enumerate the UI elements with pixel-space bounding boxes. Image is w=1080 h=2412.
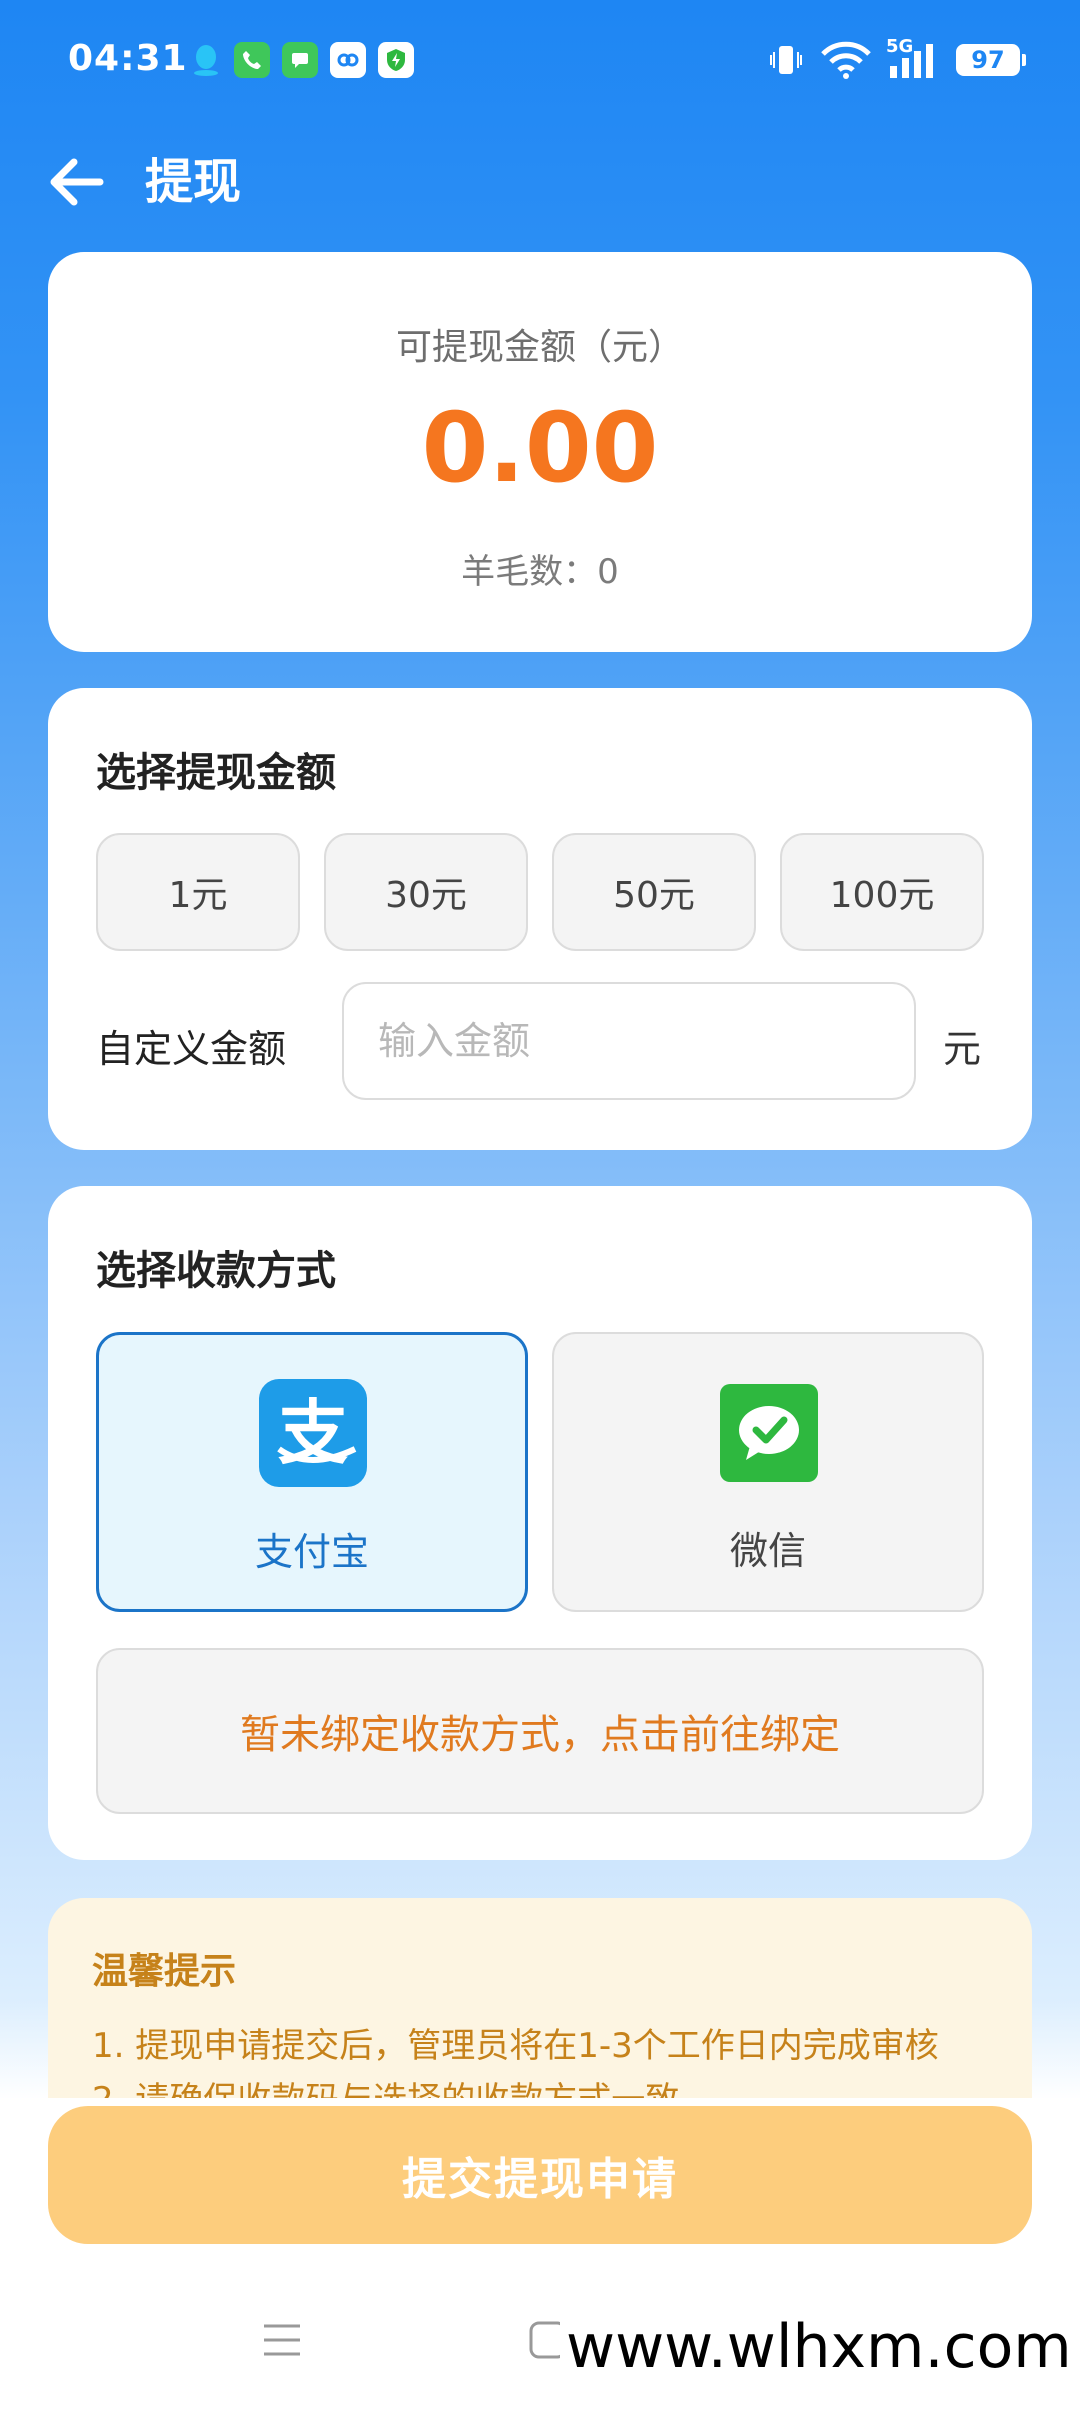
balance-card: 可提现金额（元） 0.00 羊毛数：0 xyxy=(48,252,1032,652)
arrow-left-icon xyxy=(50,158,104,206)
bind-method-button[interactable]: 暂未绑定收款方式，点击前往绑定 xyxy=(96,1648,984,1814)
signal-icon xyxy=(888,44,940,84)
tips-title: 温馨提示 xyxy=(92,1951,237,1992)
amount-option-50[interactable]: 50元 xyxy=(552,833,756,951)
status-bar: 04:31 5G 97 xyxy=(0,0,1080,125)
custom-amount-input[interactable] xyxy=(342,982,916,1100)
wool-count: 羊毛数：0 xyxy=(461,552,619,592)
method-option-wechat[interactable]: 微信 xyxy=(552,1332,984,1612)
battery-indicator: 97 xyxy=(956,44,1026,76)
alipay-label: 支付宝 xyxy=(254,1530,369,1574)
wechat-label: 微信 xyxy=(729,1529,806,1573)
message-notification-icon xyxy=(282,42,318,78)
submit-withdraw-button[interactable]: 提交提现申请 xyxy=(48,2106,1032,2244)
phone-notification-icon xyxy=(234,42,270,78)
custom-amount-label: 自定义金额 xyxy=(96,1027,287,1071)
watermark: www.wlhxm.com xyxy=(560,2312,1078,2382)
page-title: 提现 xyxy=(145,154,242,210)
amount-section-title: 选择提现金额 xyxy=(96,750,336,796)
amount-option-1[interactable]: 1元 xyxy=(96,833,300,951)
qq-notification-icon xyxy=(188,42,224,78)
method-option-alipay[interactable]: 支 支付宝 xyxy=(96,1332,528,1612)
tip-line-1: 1. 提现申请提交后，管理员将在1-3个工作日内完成审核 xyxy=(92,2026,939,2066)
balance-value: 0.00 xyxy=(421,392,659,504)
amount-option-30[interactable]: 30元 xyxy=(324,833,528,951)
status-time: 04:31 xyxy=(68,38,188,79)
link-notification-icon xyxy=(330,42,366,78)
alipay-icon: 支 xyxy=(259,1379,367,1487)
payment-method-card: 选择收款方式 支 支付宝 微信 暂未绑定收款方式，点击前往绑定 xyxy=(48,1186,1032,1860)
vibrate-icon xyxy=(768,42,804,82)
custom-amount-unit: 元 xyxy=(943,1027,982,1071)
menu-nav-icon[interactable] xyxy=(262,2320,302,2364)
amount-selection-card: 选择提现金额 1元 30元 50元 100元 自定义金额 元 xyxy=(48,688,1032,1150)
wechat-icon xyxy=(720,1384,818,1482)
wifi-icon xyxy=(820,40,872,84)
back-button[interactable] xyxy=(46,150,110,214)
balance-label: 可提现金额（元） xyxy=(395,327,684,368)
shield-notification-icon xyxy=(378,42,414,78)
amount-option-100[interactable]: 100元 xyxy=(780,833,984,951)
method-section-title: 选择收款方式 xyxy=(96,1248,336,1294)
